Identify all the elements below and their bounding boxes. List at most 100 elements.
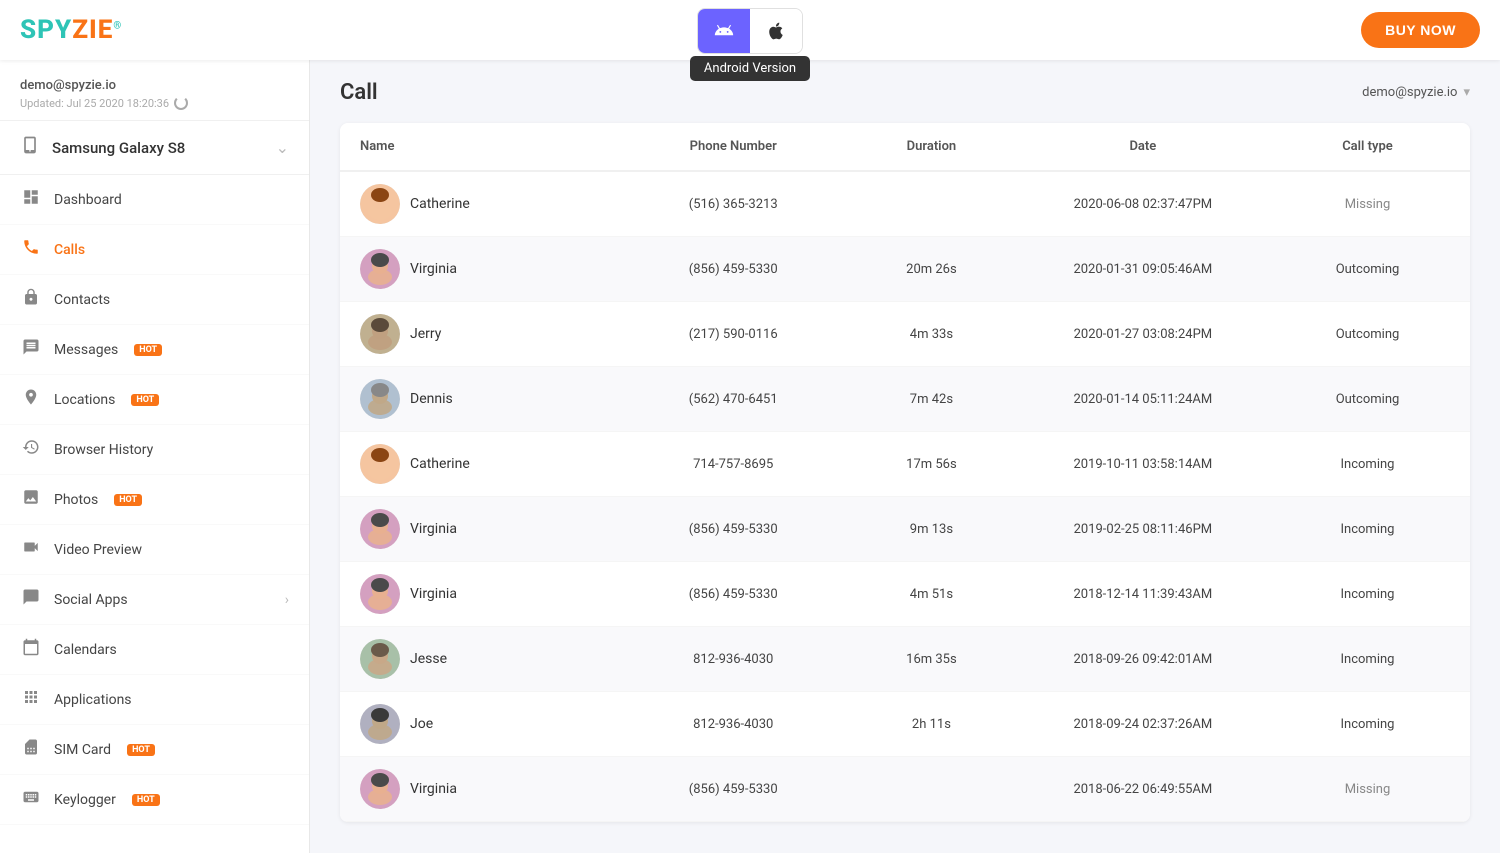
- name-cell: Jesse: [350, 627, 614, 691]
- calendars-icon: [20, 638, 42, 661]
- calls-label: Calls: [54, 242, 85, 258]
- calendars-label: Calendars: [54, 642, 117, 658]
- device-name: Samsung Galaxy S8: [52, 139, 185, 157]
- sidebar-item-browser-history[interactable]: Browser History: [0, 425, 309, 475]
- call-duration: 9m 13s: [852, 510, 1011, 549]
- phone-number: (856) 459-5330: [614, 250, 852, 289]
- table-row: Catherine714-757-869517m 56s2019-10-11 0…: [340, 432, 1470, 497]
- call-type: Outcoming: [1275, 315, 1460, 354]
- keylogger-hot-badge: HOT: [132, 794, 160, 806]
- platform-tooltip: Android Version: [690, 56, 810, 81]
- name-cell: Virginia: [350, 562, 614, 626]
- video-preview-icon: [20, 538, 42, 561]
- table-row: Dennis(562) 470-64517m 42s2020-01-14 05:…: [340, 367, 1470, 432]
- user-account[interactable]: demo@spyzie.io ▾: [1362, 85, 1470, 100]
- sidebar-item-sim-card[interactable]: SIM CardHOT: [0, 725, 309, 775]
- logo-spy: SPY: [20, 15, 72, 45]
- contact-name: Jerry: [410, 326, 441, 342]
- phone-number: (856) 459-5330: [614, 510, 852, 549]
- col-header-call-type: Call type: [1275, 123, 1460, 170]
- call-type: Incoming: [1275, 445, 1460, 484]
- table-row: Jesse812-936-403016m 35s2018-09-26 09:42…: [340, 627, 1470, 692]
- sidebar-item-social-apps[interactable]: Social Apps ›: [0, 575, 309, 625]
- call-type: Incoming: [1275, 705, 1460, 744]
- sidebar-item-messages[interactable]: Messages HOT: [0, 325, 309, 375]
- sidebar: demo@spyzie.io Updated: Jul 25 2020 18:2…: [0, 60, 310, 853]
- keylogger-icon: [20, 788, 42, 811]
- sidebar-item-dashboard[interactable]: Dashboard: [0, 175, 309, 225]
- col-header-phone-number: Phone Number: [614, 123, 852, 170]
- sidebar-item-calls[interactable]: Calls: [0, 225, 309, 275]
- device-item[interactable]: Samsung Galaxy S8 ⌄: [0, 121, 309, 175]
- call-type: Incoming: [1275, 510, 1460, 549]
- ios-button[interactable]: [750, 9, 802, 53]
- contact-name: Virginia: [410, 781, 457, 797]
- call-duration: 4m 51s: [852, 575, 1011, 614]
- messages-label: Messages: [54, 342, 118, 358]
- sidebar-email: demo@spyzie.io: [20, 78, 289, 93]
- call-date: 2018-12-14 11:39:43AM: [1011, 575, 1275, 614]
- messages-hot-badge: HOT: [134, 344, 162, 356]
- table-row: Catherine(516) 365-32132020-06-08 02:37:…: [340, 172, 1470, 237]
- call-type: Outcoming: [1275, 380, 1460, 419]
- table-row: Virginia(856) 459-533020m 26s2020-01-31 …: [340, 237, 1470, 302]
- browser-history-icon: [20, 438, 42, 461]
- name-cell: Jerry: [350, 302, 614, 366]
- sidebar-item-photos[interactable]: Photos HOT: [0, 475, 309, 525]
- locations-label: Locations: [54, 392, 115, 408]
- chevron-down-icon: ⌄: [276, 138, 289, 157]
- social-apps-label: Social Apps: [54, 592, 128, 608]
- phone-number: (856) 459-5330: [614, 770, 852, 809]
- col-header-duration: Duration: [852, 123, 1011, 170]
- sidebar-item-locations[interactable]: Locations HOT: [0, 375, 309, 425]
- call-date: 2020-01-27 03:08:24PM: [1011, 315, 1275, 354]
- call-duration: 17m 56s: [852, 445, 1011, 484]
- avatar: [360, 184, 400, 224]
- call-duration: 2h 11s: [852, 705, 1011, 744]
- buy-now-button[interactable]: BUY NOW: [1361, 12, 1480, 48]
- call-date: 2019-02-25 08:11:46PM: [1011, 510, 1275, 549]
- photos-icon: [20, 488, 42, 511]
- sim-card-label: SIM Card: [54, 742, 111, 758]
- social-apps-arrow-icon: ›: [285, 592, 289, 608]
- contacts-icon: [20, 288, 42, 311]
- name-cell: Virginia: [350, 497, 614, 561]
- applications-icon: [20, 688, 42, 711]
- main-layout: demo@spyzie.io Updated: Jul 25 2020 18:2…: [0, 60, 1500, 853]
- avatar: [360, 444, 400, 484]
- sidebar-item-calendars[interactable]: Calendars: [0, 625, 309, 675]
- photos-label: Photos: [54, 492, 98, 508]
- name-cell: Joe: [350, 692, 614, 756]
- sidebar-item-contacts[interactable]: Contacts: [0, 275, 309, 325]
- device-icon: [20, 135, 40, 160]
- call-duration: [852, 777, 1011, 801]
- call-date: 2018-06-22 06:49:55AM: [1011, 770, 1275, 809]
- messages-icon: [20, 338, 42, 361]
- android-button[interactable]: [698, 9, 750, 53]
- applications-label: Applications: [54, 692, 132, 708]
- table-row: Joe812-936-40302h 11s2018-09-24 02:37:26…: [340, 692, 1470, 757]
- phone-number: 812-936-4030: [614, 705, 852, 744]
- refresh-icon[interactable]: [174, 96, 188, 110]
- photos-hot-badge: HOT: [114, 494, 142, 506]
- name-cell: Virginia: [350, 237, 614, 301]
- avatar: [360, 509, 400, 549]
- sidebar-item-applications[interactable]: Applications: [0, 675, 309, 725]
- locations-hot-badge: HOT: [131, 394, 159, 406]
- content-header: Call demo@spyzie.io ▾: [340, 80, 1470, 105]
- logo-zie: ZIE: [72, 15, 113, 45]
- logo-trademark: ®: [113, 20, 122, 31]
- call-duration: 7m 42s: [852, 380, 1011, 419]
- table-row: Jerry(217) 590-01164m 33s2020-01-27 03:0…: [340, 302, 1470, 367]
- sidebar-updated: Updated: Jul 25 2020 18:20:36: [20, 96, 289, 110]
- contact-name: Jesse: [410, 651, 447, 667]
- avatar: [360, 574, 400, 614]
- table-row: Virginia (856) 459-53309m 13s2019-02-25 0…: [340, 497, 1470, 562]
- contact-name: Virginia: [410, 521, 457, 537]
- sidebar-item-keylogger[interactable]: KeyloggerHOT: [0, 775, 309, 825]
- phone-number: (562) 470-6451: [614, 380, 852, 419]
- call-date: 2019-10-11 03:58:14AM: [1011, 445, 1275, 484]
- call-duration: 20m 26s: [852, 250, 1011, 289]
- contact-name: Virginia: [410, 586, 457, 602]
- sidebar-item-video-preview[interactable]: Video Preview: [0, 525, 309, 575]
